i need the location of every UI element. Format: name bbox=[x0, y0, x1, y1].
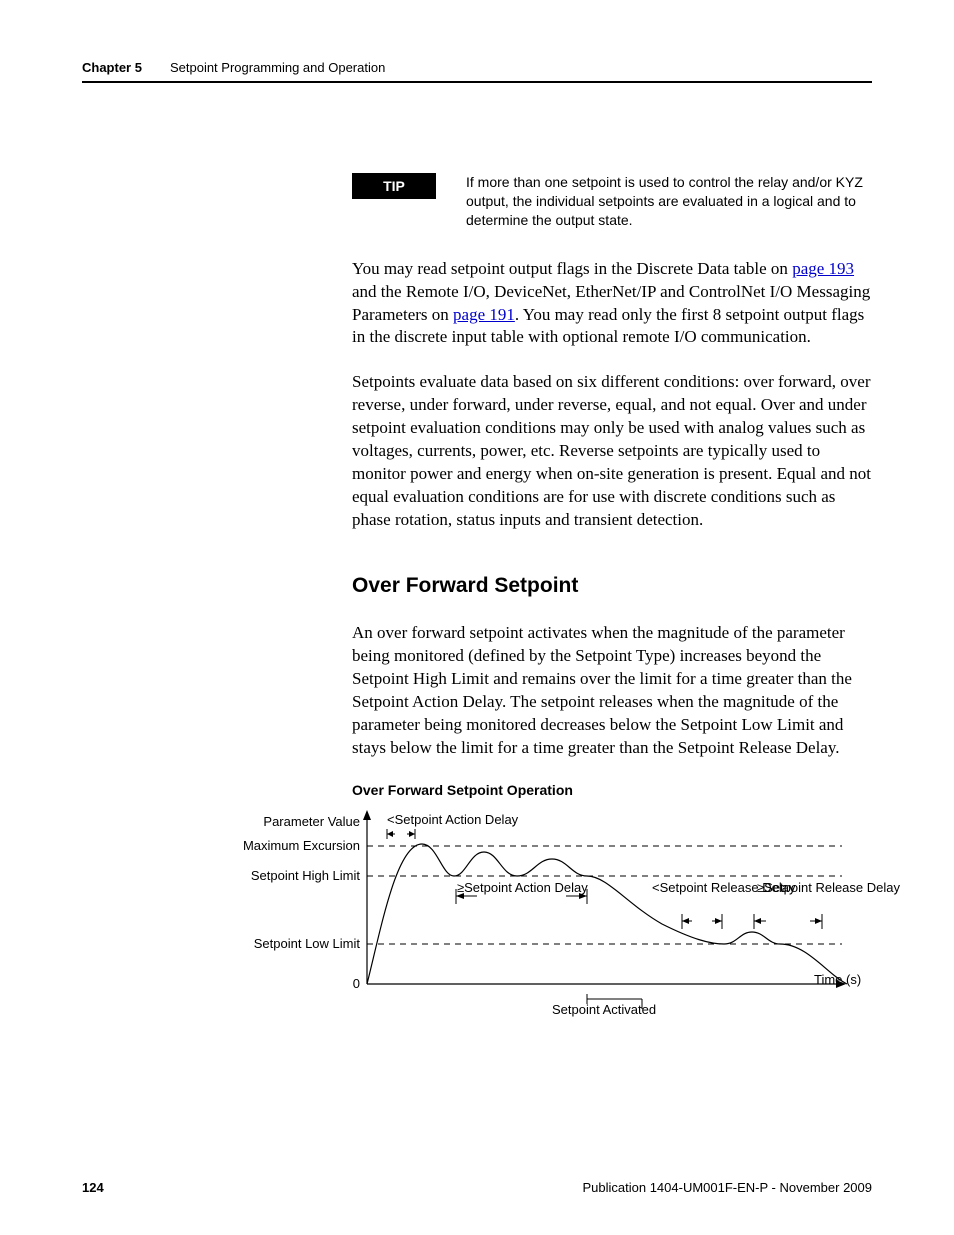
label-zero: 0 bbox=[340, 976, 360, 991]
chapter-label: Chapter 5 bbox=[82, 60, 142, 75]
label-lt-action-delay: <Setpoint Action Delay bbox=[387, 812, 518, 827]
page-footer: 124 Publication 1404-UM001F-EN-P - Novem… bbox=[82, 1180, 872, 1195]
tip-text: If more than one setpoint is used to con… bbox=[466, 173, 872, 230]
label-ge-action-delay: ≥Setpoint Action Delay bbox=[457, 880, 588, 895]
page-header: Chapter 5 Setpoint Programming and Opera… bbox=[82, 60, 872, 83]
label-high-limit: Setpoint High Limit bbox=[230, 868, 360, 883]
label-low-limit: Setpoint Low Limit bbox=[230, 936, 360, 951]
tip-badge: TIP bbox=[352, 173, 436, 199]
tip-callout: TIP If more than one setpoint is used to… bbox=[352, 173, 872, 230]
label-parameter-value: Parameter Value bbox=[240, 814, 360, 829]
label-max-excursion: Maximum Excursion bbox=[230, 838, 360, 853]
chart-svg bbox=[232, 804, 872, 1014]
main-column: TIP If more than one setpoint is used to… bbox=[352, 173, 872, 1014]
subhead-over-forward: Over Forward Setpoint bbox=[352, 574, 872, 598]
label-ge-release-delay: ≥Setpoint Release Delay bbox=[757, 880, 847, 895]
paragraph-over-forward: An over forward setpoint activates when … bbox=[352, 622, 872, 760]
figure-over-forward-setpoint: Parameter Value Maximum Excursion Setpoi… bbox=[232, 804, 872, 1014]
page: Chapter 5 Setpoint Programming and Opera… bbox=[0, 0, 954, 1235]
chapter-title: Setpoint Programming and Operation bbox=[170, 60, 385, 75]
text-fragment: You may read setpoint output flags in th… bbox=[352, 259, 792, 278]
link-page-193[interactable]: page 193 bbox=[792, 259, 854, 278]
paragraph-conditions: Setpoints evaluate data based on six dif… bbox=[352, 371, 872, 532]
link-page-191[interactable]: page 191 bbox=[453, 305, 515, 324]
paragraph-setpoint-flags: You may read setpoint output flags in th… bbox=[352, 258, 872, 350]
label-setpoint-activated: Setpoint Activated bbox=[552, 1002, 656, 1017]
label-lt-release-delay: <Setpoint Release Delay bbox=[652, 880, 742, 895]
publication-id: Publication 1404-UM001F-EN-P - November … bbox=[582, 1180, 872, 1195]
label-time-axis: Time (s) bbox=[814, 972, 861, 987]
figure-title: Over Forward Setpoint Operation bbox=[352, 782, 872, 798]
page-number: 124 bbox=[82, 1180, 104, 1195]
